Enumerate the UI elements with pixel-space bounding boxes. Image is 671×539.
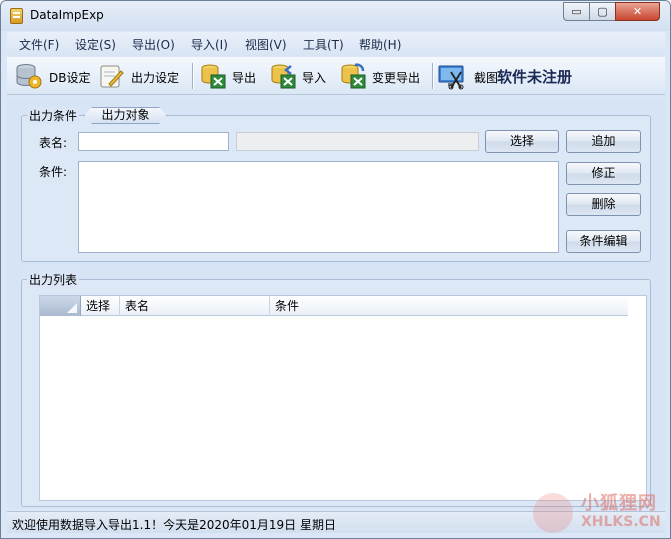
toolbar-separator [192, 63, 193, 89]
minimize-button[interactable]: ▭ [563, 2, 590, 21]
condition-label: 条件: [39, 165, 68, 179]
title-bar[interactable]: DataImpExp ▭ ▢ ✕ [1, 1, 670, 31]
import-label: 导入 [302, 71, 327, 85]
menu-file[interactable]: 文件(F) [19, 36, 59, 53]
document-edit-icon [100, 65, 124, 88]
window-title: DataImpExp [30, 8, 104, 22]
screenshot-button[interactable]: 截图 [437, 60, 499, 92]
export-excel-icon [201, 64, 226, 89]
change-export-label: 变更导出 [372, 71, 421, 85]
menu-export[interactable]: 导出(O) [132, 36, 175, 53]
fox-logo-icon [533, 493, 573, 533]
grid-header: 选择 表名 条件 [40, 296, 628, 316]
watermark-title: 小狐狸网 [581, 493, 657, 514]
app-icon [10, 8, 23, 24]
app-window: DataImpExp ▭ ▢ ✕ 文件(F) 设定(S) 导出(O) 导入(I)… [0, 0, 671, 539]
select-all-corner[interactable] [40, 296, 81, 316]
db-settings-button[interactable]: DB设定 [15, 60, 91, 92]
status-text: 欢迎使用数据导入导出1.1！今天是2020年01月19日 星期日 [12, 518, 336, 532]
output-list-grid[interactable]: 选择 表名 条件 [39, 295, 647, 501]
column-header-table-name[interactable]: 表名 [120, 296, 270, 316]
delete-button[interactable]: 删除 [566, 193, 641, 216]
screenshot-label: 截图 [474, 71, 499, 85]
column-header-condition[interactable]: 条件 [270, 296, 628, 316]
column-header-select[interactable]: 选择 [81, 296, 120, 316]
close-button[interactable]: ✕ [615, 2, 660, 21]
output-settings-button[interactable]: 出力设定 [97, 60, 187, 92]
modify-button[interactable]: 修正 [566, 162, 641, 185]
add-button[interactable]: 追加 [566, 130, 641, 153]
tab-output-target[interactable]: 出力对象 [84, 107, 167, 124]
table-name-display [236, 132, 479, 151]
menu-help[interactable]: 帮助(H) [359, 36, 401, 53]
database-icon [16, 64, 42, 89]
menu-bar: 文件(F) 设定(S) 导出(O) 导入(I) 视图(V) 工具(T) 帮助(H… [7, 32, 665, 56]
output-settings-label: 出力设定 [131, 71, 180, 85]
menu-tools[interactable]: 工具(T) [303, 36, 344, 53]
watermark-url: XHLKS.CN [581, 514, 661, 530]
menu-import[interactable]: 导入(I) [191, 36, 228, 53]
condition-edit-button[interactable]: 条件编辑 [566, 230, 641, 253]
maximize-button[interactable]: ▢ [589, 2, 616, 21]
toolbar-separator [432, 63, 433, 89]
change-export-icon [341, 63, 366, 89]
screenshot-icon [438, 65, 464, 90]
output-list-label: 出力列表 [27, 271, 80, 288]
watermark: 小狐狸网 XHLKS.CN [529, 487, 669, 537]
menu-view[interactable]: 视图(V) [245, 36, 287, 53]
condition-textarea[interactable] [78, 161, 559, 253]
table-name-label: 表名: [39, 136, 68, 150]
output-conditions-label: 出力条件 [27, 107, 80, 124]
menu-settings[interactable]: 设定(S) [75, 36, 116, 53]
registration-status: 软件未注册 [497, 68, 573, 86]
select-button[interactable]: 选择 [485, 130, 559, 153]
import-excel-icon [271, 64, 296, 89]
change-export-button[interactable]: 变更导出 [339, 60, 429, 92]
db-settings-label: DB设定 [49, 71, 91, 85]
export-label: 导出 [232, 71, 257, 85]
table-name-input[interactable] [78, 132, 229, 151]
export-button[interactable]: 导出 [199, 60, 261, 92]
import-button[interactable]: 导入 [269, 60, 331, 92]
